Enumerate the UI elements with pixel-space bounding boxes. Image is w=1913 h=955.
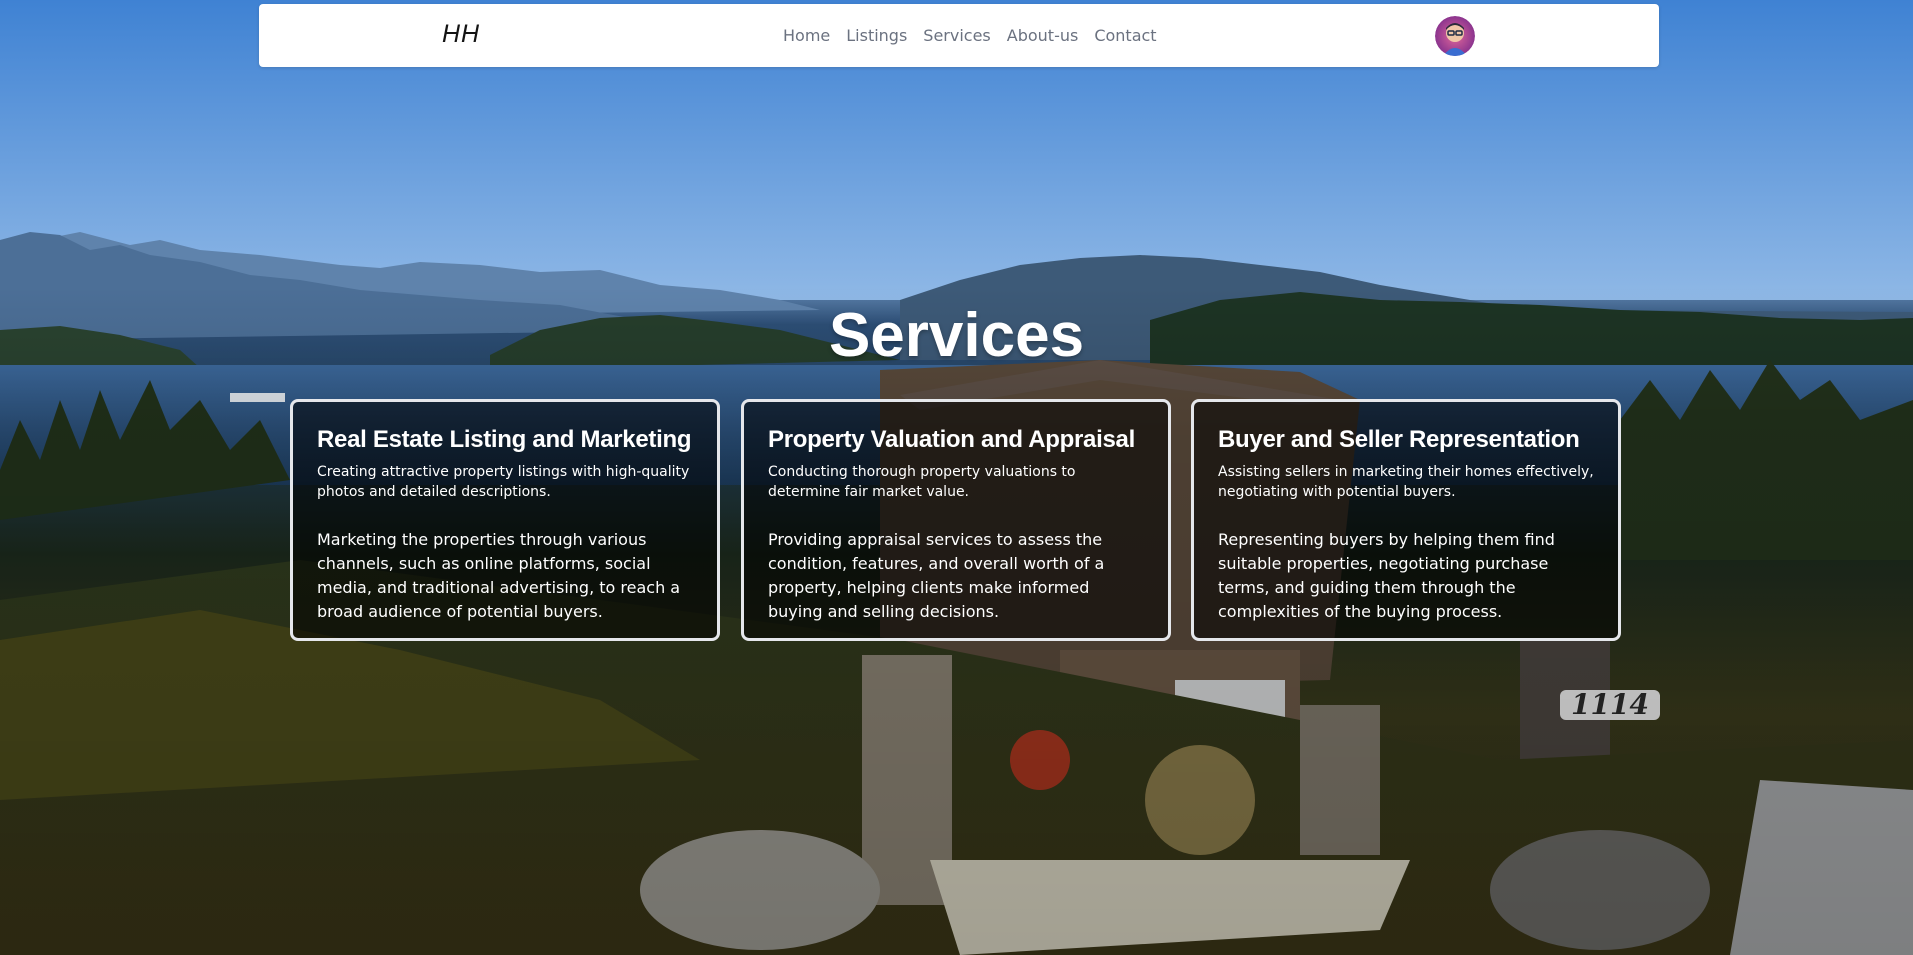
- services-page: 1114 HH Home Listings Services Abou: [0, 0, 1913, 955]
- card-lead: Assisting sellers in marketing their hom…: [1218, 464, 1594, 500]
- card-body: Providing appraisal services to assess t…: [768, 530, 1105, 621]
- nav-link-home[interactable]: Home: [775, 26, 838, 45]
- nav-link-about-us[interactable]: About-us: [999, 26, 1087, 45]
- card-lead: Conducting thorough property valuations …: [768, 464, 1076, 500]
- nav-link-services[interactable]: Services: [915, 26, 998, 45]
- page-title: Services: [828, 301, 1085, 370]
- service-card-listing-marketing: Real Estate Listing and Marketing Creati…: [290, 399, 720, 641]
- nav-link-listings[interactable]: Listings: [838, 26, 915, 45]
- card-title: Buyer and Seller Representation: [1218, 426, 1580, 453]
- brand-logo[interactable]: HH: [442, 20, 480, 49]
- card-title: Property Valuation and Appraisal: [768, 426, 1135, 453]
- user-avatar-icon[interactable]: [1435, 16, 1475, 56]
- avatar-image: [1435, 16, 1475, 56]
- card-title: Real Estate Listing and Marketing: [317, 426, 692, 453]
- nav-link-contact[interactable]: Contact: [1086, 26, 1164, 45]
- card-body: Marketing the properties through various…: [317, 530, 681, 621]
- service-card-buyer-seller-representation: Buyer and Seller Representation Assistin…: [1191, 399, 1621, 641]
- navbar: HH Home Listings Services About-us Conta…: [259, 4, 1659, 67]
- card-lead: Creating attractive property listings wi…: [317, 464, 690, 500]
- service-card-valuation-appraisal: Property Valuation and Appraisal Conduct…: [741, 399, 1171, 641]
- main-nav: Home Listings Services About-us Contact: [775, 4, 1165, 67]
- card-body: Representing buyers by helping them find…: [1218, 530, 1555, 621]
